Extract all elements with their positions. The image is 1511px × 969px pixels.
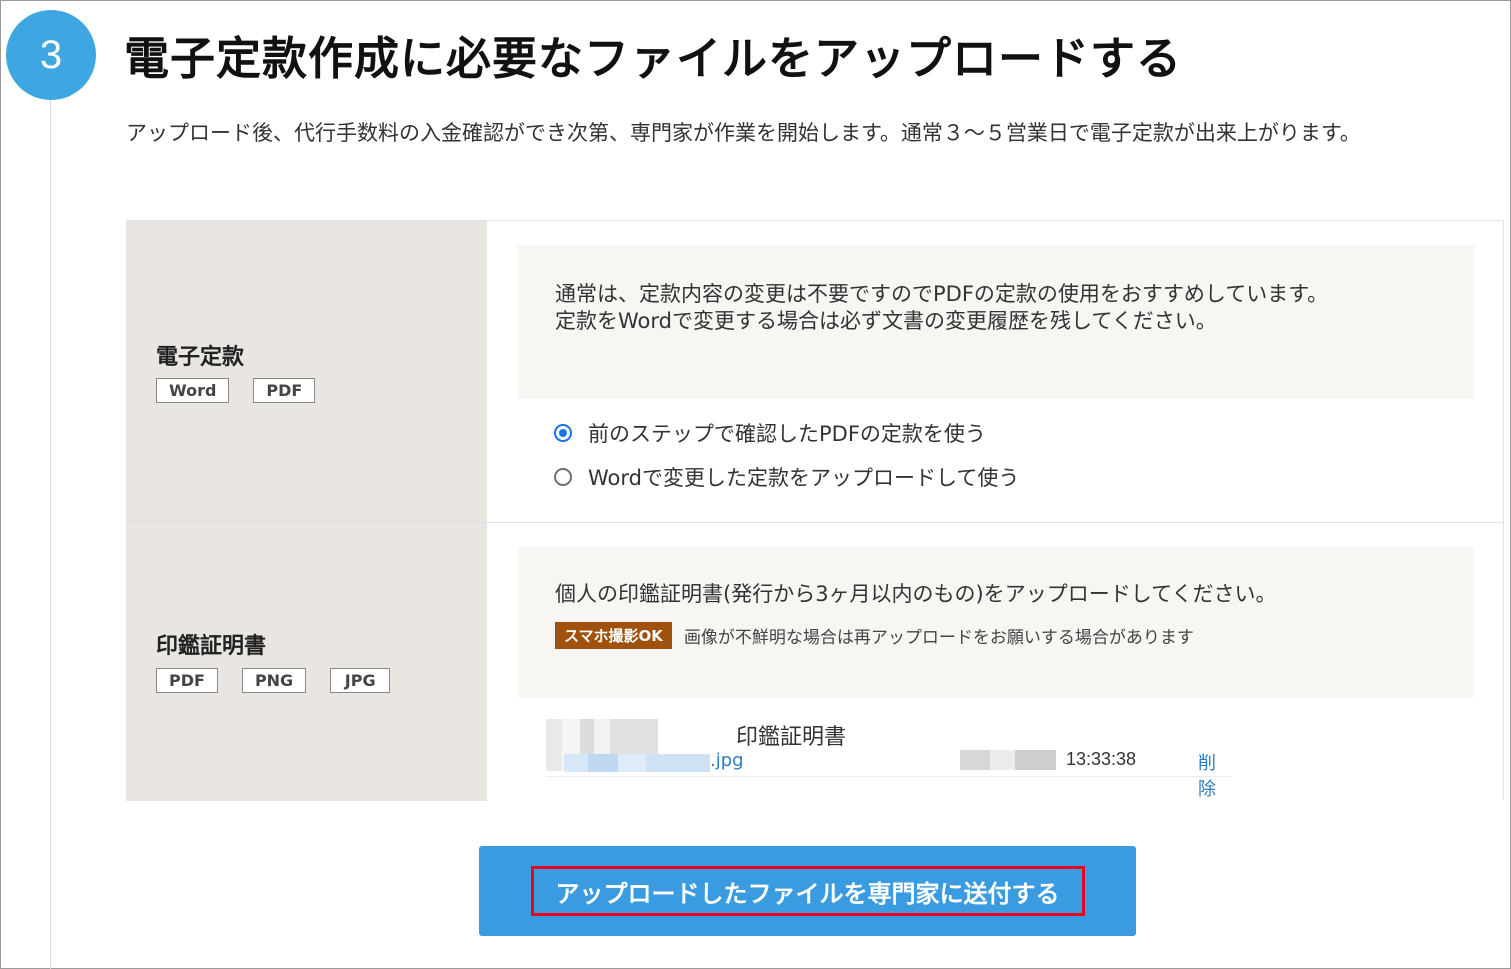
submit-files-button[interactable]: アップロードしたファイルを専門家に送付する: [479, 846, 1136, 936]
file-upload-time: 13:33:38: [1066, 749, 1137, 769]
radio-option-label: 前のステップで確認したPDFの定款を使う: [588, 422, 986, 446]
file-name-link[interactable]: .jpg: [710, 750, 744, 771]
notice-box: 個人の印鑑証明書(発行から3ヶ月以内のもの)をアップロードしてください。 スマホ…: [518, 547, 1474, 698]
file-type-tags: Word PDF: [156, 378, 316, 403]
row-label: 電子定款: [156, 345, 245, 370]
step-number: 3: [39, 32, 63, 77]
radio-option-use-pdf[interactable]: 前のステップで確認したPDFの定款を使う: [554, 411, 1019, 455]
row-content-cell: 個人の印鑑証明書(発行から3ヶ月以内のもの)をアップロードしてください。 スマホ…: [488, 523, 1503, 801]
smartphone-ok-badge: スマホ撮影OK: [555, 622, 672, 649]
row-label-cell: 印鑑証明書 PDF PNG JPG: [126, 523, 487, 801]
file-document-label: 印鑑証明書: [736, 725, 847, 750]
radio-button-checked[interactable]: [554, 424, 572, 442]
file-type-tags: PDF PNG JPG: [156, 668, 391, 693]
file-date-redacted: [960, 750, 1056, 770]
row-electronic-articles: 電子定款 Word PDF 通常は、定款内容の変更は不要ですのでPDFの定款の使…: [126, 221, 1504, 523]
step-title: 電子定款作成に必要なファイルをアップロードする: [124, 32, 1183, 85]
file-type-tag-png: PNG: [241, 668, 307, 693]
row-seal-certificate: 印鑑証明書 PDF PNG JPG 個人の印鑑証明書(発行から3ヶ月以内のもの)…: [126, 523, 1504, 801]
radio-option-label: Wordで変更した定款をアップロードして使う: [588, 466, 1020, 490]
notice-text-line1: 通常は、定款内容の変更は不要ですのでPDFの定款の使用をおすすめしています。: [555, 282, 1329, 306]
submit-button-highlight-box: アップロードしたファイルを専門家に送付する: [530, 866, 1085, 916]
notice-box: 通常は、定款内容の変更は不要ですのでPDFの定款の使用をおすすめしています。 定…: [518, 245, 1474, 399]
row-content-cell: 通常は、定款内容の変更は不要ですのでPDFの定款の使用をおすすめしています。 定…: [488, 221, 1503, 522]
file-type-tag-pdf: PDF: [156, 668, 218, 693]
file-type-tag-word: Word: [156, 378, 230, 403]
notice-text-line2: 定款をWordで変更する場合は必ず文書の変更履歴を残してください。: [555, 309, 1217, 333]
upload-form-table: 電子定款 Word PDF 通常は、定款内容の変更は不要ですのでPDFの定款の使…: [126, 220, 1504, 801]
step-connector-line: [50, 100, 51, 969]
file-type-tag-jpg: JPG: [330, 668, 391, 693]
notice-text: 個人の印鑑証明書(発行から3ヶ月以内のもの)をアップロードしてください。: [555, 582, 1277, 606]
file-type-tag-pdf: PDF: [253, 378, 316, 403]
smartphone-note-text: 画像が不鮮明な場合は再アップロードをお願いする場合があります: [683, 628, 1194, 648]
radio-button-unchecked[interactable]: [554, 468, 572, 486]
submit-button-label: アップロードしたファイルを専門家に送付する: [555, 880, 1060, 908]
row-label-cell: 電子定款 Word PDF: [126, 221, 487, 522]
step-number-badge: 3: [6, 10, 96, 100]
delete-file-link[interactable]: 削除: [1198, 749, 1231, 801]
uploaded-file-row: .jpg 印鑑証明書 13:33:38 削除: [546, 719, 1231, 800]
radio-option-upload-word[interactable]: Wordで変更した定款をアップロードして使う: [554, 455, 1019, 499]
step-intro-text: アップロード後、代行手数料の入金確認ができ次第、専門家が作業を開始します。通常３…: [126, 121, 1361, 145]
file-name-redacted: [564, 754, 710, 772]
row-label: 印鑑証明書: [156, 634, 267, 659]
articles-source-radio-group: 前のステップで確認したPDFの定款を使う Wordで変更した定款をアップロードし…: [554, 411, 1019, 499]
smartphone-note: スマホ撮影OK 画像が不鮮明な場合は再アップロードをお願いする場合があります: [555, 622, 1474, 649]
